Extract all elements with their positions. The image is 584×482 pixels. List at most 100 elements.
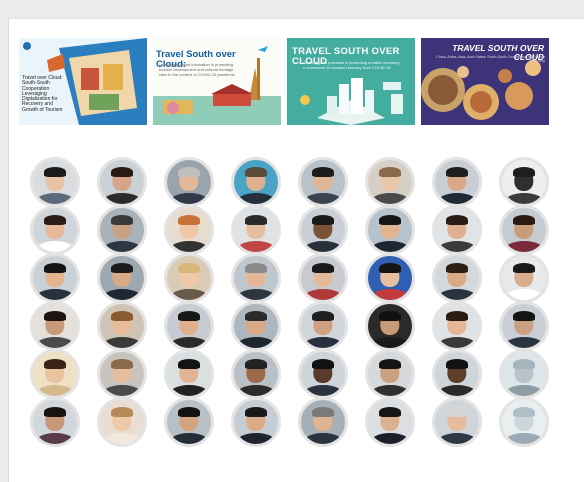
participant-avatar <box>231 157 281 207</box>
participant-hair <box>513 407 535 417</box>
participant-hair <box>178 167 200 177</box>
participant-avatar <box>30 157 80 207</box>
participant-hair <box>111 263 133 273</box>
participant-hair <box>245 407 267 417</box>
participant-avatar <box>231 301 281 351</box>
participant-hair <box>312 215 334 225</box>
participant-hair <box>513 215 535 225</box>
participant-avatar <box>365 301 415 351</box>
participant-hair <box>379 311 401 321</box>
participant-hair <box>312 311 334 321</box>
participant-avatar <box>231 397 281 447</box>
participant-avatar <box>97 205 147 255</box>
participant-hair <box>44 167 66 177</box>
participant-hair <box>178 263 200 273</box>
participant-avatar <box>499 253 549 303</box>
participant-avatar <box>164 253 214 303</box>
participant-avatar <box>30 205 80 255</box>
participant-avatar <box>365 349 415 399</box>
participant-avatar <box>499 205 549 255</box>
participant-avatar <box>499 397 549 447</box>
participant-hair <box>44 263 66 273</box>
participant-avatar <box>499 157 549 207</box>
participant-hair <box>245 359 267 369</box>
participant-hair <box>379 167 401 177</box>
participant-avatar <box>97 253 147 303</box>
participant-avatar <box>365 157 415 207</box>
participant-avatar <box>432 397 482 447</box>
participant-hair <box>178 215 200 225</box>
participant-avatar <box>164 397 214 447</box>
participant-hair <box>44 407 66 417</box>
participant-avatar <box>432 253 482 303</box>
participant-hair <box>446 359 468 369</box>
banner-1-title: Travel over Cloud: South-South Cooperati… <box>22 75 63 113</box>
participant-avatar <box>30 397 80 447</box>
participant-avatar <box>231 253 281 303</box>
participant-avatar <box>298 253 348 303</box>
participant-hair <box>379 407 401 417</box>
participant-avatar <box>298 349 348 399</box>
banner-2-subtitle: Leveraging digital innovation in promoti… <box>159 62 235 77</box>
participant-avatar <box>298 397 348 447</box>
participant-avatar <box>432 157 482 207</box>
participant-avatar <box>164 301 214 351</box>
participant-hair <box>44 359 66 369</box>
participant-hair <box>379 359 401 369</box>
participant-hair <box>312 359 334 369</box>
participant-hair <box>312 263 334 273</box>
participant-hair <box>111 215 133 225</box>
banner-travel-south-over-cloud-3: TRAVEL SOUTH OVER CLOUD Sharing good pra… <box>287 38 415 125</box>
participant-hair <box>312 167 334 177</box>
participant-avatar <box>365 397 415 447</box>
participant-hair <box>513 359 535 369</box>
participant-avatar <box>164 205 214 255</box>
participant-avatar <box>298 205 348 255</box>
participant-hair <box>178 359 200 369</box>
participant-hair <box>44 311 66 321</box>
event-banners: Travel over Cloud: South-South Cooperati… <box>19 38 549 125</box>
participant-hair <box>513 263 535 273</box>
participant-avatar <box>365 253 415 303</box>
participant-avatar <box>298 157 348 207</box>
participant-hair <box>111 407 133 417</box>
participant-hair <box>245 263 267 273</box>
participant-hair <box>379 263 401 273</box>
participant-avatar <box>231 349 281 399</box>
participant-hair <box>379 215 401 225</box>
participant-hair <box>446 167 468 177</box>
participant-hair <box>446 215 468 225</box>
participant-avatar <box>432 349 482 399</box>
participant-avatar <box>432 205 482 255</box>
participant-hair <box>111 167 133 177</box>
participant-avatar <box>30 253 80 303</box>
participant-avatar <box>164 157 214 207</box>
participant-hair <box>245 311 267 321</box>
participant-avatar <box>97 301 147 351</box>
participant-hair <box>446 263 468 273</box>
participant-avatar <box>298 301 348 351</box>
participant-hair <box>446 407 468 417</box>
banner-3-subtitle: Sharing good practices in promoting crea… <box>303 60 401 70</box>
participant-hair <box>245 167 267 177</box>
participant-hair <box>178 407 200 417</box>
participant-avatar <box>97 157 147 207</box>
participant-hair <box>513 311 535 321</box>
banner-travel-south-over-cloud-2: Travel South over Cloud: Leveraging digi… <box>153 38 281 125</box>
participant-hair <box>513 167 535 177</box>
participant-avatar <box>30 349 80 399</box>
participant-avatar <box>97 349 147 399</box>
participant-avatar <box>432 301 482 351</box>
participant-avatar <box>30 301 80 351</box>
participant-avatar <box>365 205 415 255</box>
participant-avatar <box>499 349 549 399</box>
participant-hair <box>44 215 66 225</box>
participant-hair <box>178 311 200 321</box>
banner-travel-south-over-cloud-4: TRAVEL SOUTH OVER CLOUD China–Africa–Asi… <box>421 38 549 125</box>
participant-hair <box>245 215 267 225</box>
participant-avatar <box>231 205 281 255</box>
participant-avatar <box>97 397 147 447</box>
participant-avatar <box>499 301 549 351</box>
participant-hair <box>446 311 468 321</box>
participant-hair <box>111 311 133 321</box>
